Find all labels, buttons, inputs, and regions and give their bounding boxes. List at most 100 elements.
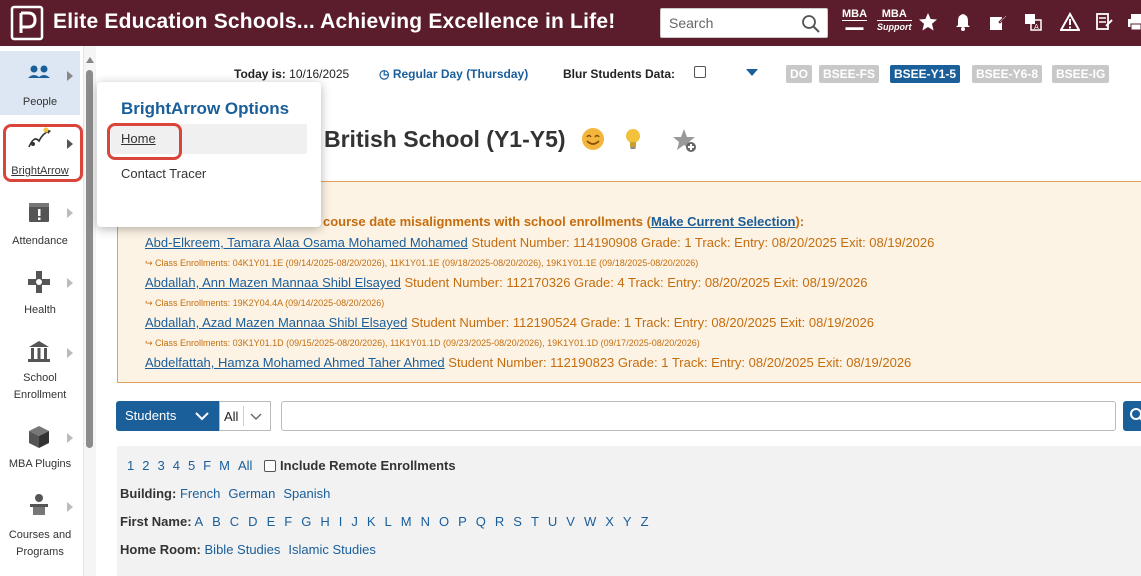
first-name-letter-link[interactable]: B	[212, 514, 221, 529]
first-name-letter-link[interactable]: P	[458, 514, 467, 529]
student-row: Abdallah, Ann Mazen Mannaa Shibl Elsayed…	[145, 275, 868, 290]
first-name-letter-link[interactable]: Z	[641, 514, 649, 529]
first-name-letter-link[interactable]: N	[421, 514, 430, 529]
global-search-input[interactable]	[669, 15, 799, 31]
building-link[interactable]: French	[180, 486, 220, 501]
grade-link[interactable]: M	[219, 458, 230, 473]
lightbulb-icon[interactable]	[620, 126, 646, 152]
day-type[interactable]: ◷ Regular Day (Thursday)	[379, 67, 528, 81]
divider	[243, 406, 244, 426]
attendance-icon	[29, 203, 49, 222]
make-current-selection-link[interactable]: Make Current Selection	[651, 214, 796, 229]
school-dropdown-caret-icon[interactable]	[746, 69, 758, 76]
first-name-letter-link[interactable]: X	[605, 514, 614, 529]
grade-link[interactable]: F	[203, 458, 211, 473]
sidebar-item-people[interactable]: People	[0, 51, 80, 115]
school-pill-bsee-fs[interactable]: BSEE-FS	[819, 65, 880, 83]
warning-title: course date misalignments with school en…	[323, 214, 805, 229]
app-logo-icon[interactable]	[10, 5, 44, 41]
sidebar-item-school-enrollment[interactable]: School Enrollment	[0, 336, 80, 406]
grade-link[interactable]: 3	[157, 458, 164, 473]
search-scope-dropdown[interactable]: All	[219, 401, 271, 431]
school-pill-bsee-y1-5[interactable]: BSEE-Y1-5	[890, 65, 961, 83]
first-name-letter-link[interactable]: V	[566, 514, 575, 529]
sidebar-item-attendance[interactable]: Attendance	[0, 196, 80, 256]
filter-panel: 1 2 3 4 5 F M All Include Remote Enrollments Bu…	[117, 446, 1141, 576]
first-name-letter-link[interactable]: T	[531, 514, 539, 529]
student-name-link[interactable]: Abd-Elkreem, Tamara Alaa Osama Mohamed M…	[145, 235, 468, 250]
app-title: Elite Education Schools... Achieving Exc…	[53, 10, 616, 33]
plugin-icon	[29, 426, 49, 448]
today-info: Today is: 10/16/2025	[234, 67, 350, 81]
student-name-link[interactable]: Abdallah, Azad Mazen Mannaa Shibl Elsaye…	[145, 315, 407, 330]
search-icon[interactable]	[801, 14, 821, 34]
mba-support-icon[interactable]: MBA Support	[877, 9, 912, 33]
first-name-letter-link[interactable]: G	[301, 514, 311, 529]
first-name-letter-link[interactable]: J	[351, 514, 358, 529]
health-icon	[28, 271, 50, 293]
highlight-brightarrow	[3, 124, 83, 182]
first-name-letter-link[interactable]: H	[320, 514, 329, 529]
chevron-right-icon	[67, 278, 73, 288]
global-search[interactable]	[660, 8, 828, 38]
building-link[interactable]: German	[228, 486, 275, 501]
people-icon	[28, 65, 50, 78]
grade-link[interactable]: All	[238, 458, 252, 473]
blur-students-checkbox[interactable]	[694, 66, 706, 78]
bell-icon[interactable]	[953, 12, 973, 32]
first-name-letter-link[interactable]: Y	[623, 514, 632, 529]
first-name-letter-link[interactable]: Q	[476, 514, 486, 529]
search-type-dropdown[interactable]: Students	[116, 401, 219, 431]
grade-link[interactable]: 2	[142, 458, 149, 473]
letter-links: ABCDEFGHIJKLMNOPQRSTUVWXYZ	[194, 514, 657, 529]
student-name-link[interactable]: Abdallah, Ann Mazen Mannaa Shibl Elsayed	[145, 275, 401, 290]
search-icon	[1130, 408, 1141, 421]
first-name-letter-link[interactable]: L	[385, 514, 392, 529]
school-pill-bsee-y6-8[interactable]: BSEE-Y6-8	[972, 65, 1043, 83]
include-remote-checkbox[interactable]	[264, 460, 277, 472]
first-name-letter-link[interactable]: K	[367, 514, 376, 529]
first-name-letter-link[interactable]: M	[401, 514, 412, 529]
home-room-filter-row: Home Room: Bible Studies Islamic Studies	[120, 542, 376, 557]
warning-icon[interactable]	[1060, 12, 1080, 32]
clock-icon: ◷	[379, 67, 390, 81]
first-name-letter-link[interactable]: O	[439, 514, 449, 529]
print-icon[interactable]	[1126, 12, 1141, 32]
first-name-letter-link[interactable]: C	[230, 514, 239, 529]
home-room-link[interactable]: Islamic Studies	[288, 542, 375, 557]
first-name-letter-link[interactable]: U	[548, 514, 557, 529]
mba-home-icon[interactable]: MBA ▬▬	[842, 9, 868, 33]
school-pill-bsee-ig[interactable]: BSEE-IG	[1052, 65, 1110, 83]
chevron-right-icon	[67, 348, 73, 358]
first-name-letter-link[interactable]: W	[584, 514, 596, 529]
first-name-letter-link[interactable]: I	[339, 514, 343, 529]
sidebar-scrollbar-thumb[interactable]	[86, 70, 93, 448]
translate-icon[interactable]: A	[1023, 12, 1043, 32]
grade-link[interactable]: 1	[127, 458, 134, 473]
sidebar-item-mba-plugins[interactable]: MBA Plugins	[0, 422, 80, 478]
first-name-letter-link[interactable]: S	[513, 514, 522, 529]
scroll-up-arrow-icon[interactable]	[85, 56, 95, 64]
class-enrollments: ↪ Class Enrollments: 03K1Y01.1D (09/15/2…	[145, 338, 700, 348]
student-name-link[interactable]: Abdelfattah, Hamza Mohamed Ahmed Taher A…	[145, 355, 445, 370]
search-submit-button[interactable]	[1123, 401, 1141, 431]
first-name-letter-link[interactable]: E	[267, 514, 276, 529]
home-room-link[interactable]: Bible Studies	[205, 542, 281, 557]
checklist-edit-icon[interactable]	[1094, 12, 1114, 32]
first-name-letter-link[interactable]: A	[194, 514, 203, 529]
add-favorite-star-icon[interactable]	[672, 128, 698, 154]
edit-note-icon[interactable]	[988, 12, 1008, 32]
sidebar-item-health[interactable]: Health	[0, 266, 80, 326]
first-name-letter-link[interactable]: R	[495, 514, 504, 529]
grade-link[interactable]: 4	[173, 458, 180, 473]
first-name-letter-link[interactable]: F	[284, 514, 292, 529]
popup-item-contact-tracer[interactable]: Contact Tracer	[121, 166, 206, 181]
star-icon[interactable]	[918, 12, 938, 32]
building-link[interactable]: Spanish	[283, 486, 330, 501]
grade-link[interactable]: 5	[188, 458, 195, 473]
student-search-input[interactable]	[281, 401, 1116, 431]
smiley-icon[interactable]	[580, 126, 606, 152]
school-pill-do[interactable]: DO	[786, 65, 812, 83]
sidebar-item-courses-programs[interactable]: Courses and Programs	[0, 490, 80, 562]
first-name-letter-link[interactable]: D	[248, 514, 257, 529]
